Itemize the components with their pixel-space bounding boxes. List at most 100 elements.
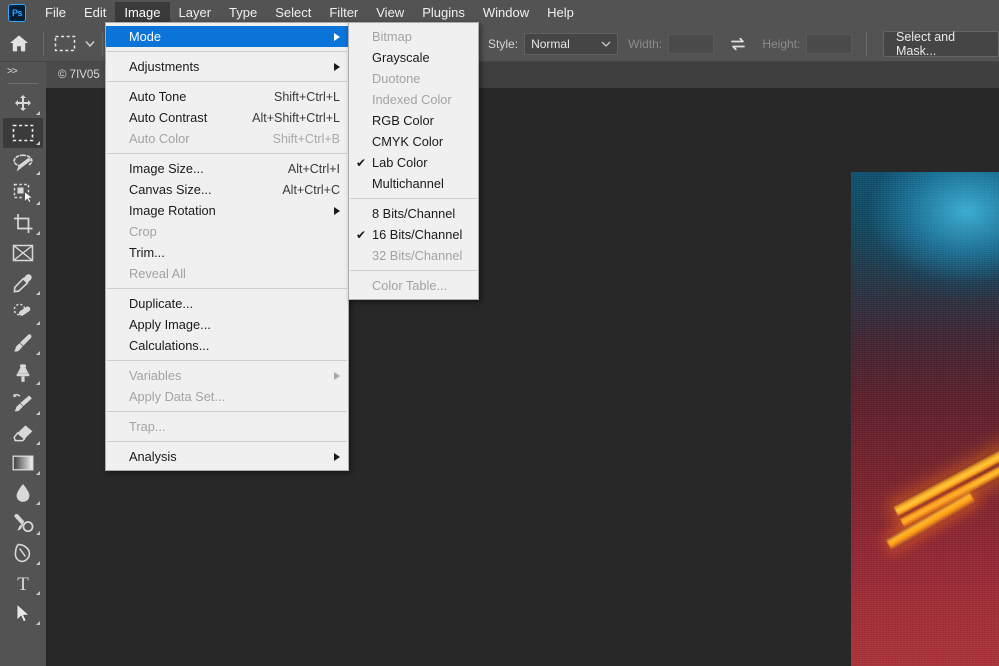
brush-tool[interactable] <box>3 328 43 358</box>
menu-item-label: 16 Bits/Channel <box>372 227 463 242</box>
style-select[interactable]: Normal <box>524 32 619 55</box>
menu-item-label: Trim... <box>129 245 165 260</box>
type-t-icon: T <box>17 574 29 593</box>
flyout-corner-indicator <box>36 291 40 295</box>
chevron-down-icon <box>85 40 95 47</box>
crop-tool[interactable] <box>3 208 43 238</box>
history-brush-tool[interactable] <box>3 388 43 418</box>
width-input[interactable] <box>668 33 714 54</box>
menu-window[interactable]: Window <box>474 2 538 25</box>
checkmark-icon: ✔ <box>356 227 367 242</box>
image_menu-item-analysis[interactable]: Analysis <box>106 446 348 467</box>
image_menu-item-mode[interactable]: Mode <box>106 26 348 47</box>
submenu-arrow-icon <box>334 206 340 215</box>
photoshop-window: © 7IV05 >> T Style: Normal Width: Height… <box>0 0 999 666</box>
image_menu-item-image-rotation[interactable]: Image Rotation <box>106 200 348 221</box>
toolbar-expand-button[interactable]: >> <box>0 62 46 80</box>
image_menu-item-auto-tone[interactable]: Auto Tone Shift+Ctrl+L <box>106 86 348 107</box>
path-selection-tool[interactable] <box>3 598 43 628</box>
flyout-corner-indicator <box>36 321 40 325</box>
height-input[interactable] <box>806 33 853 54</box>
eraser-tool[interactable] <box>3 418 43 448</box>
mode_submenu-item-multichannel[interactable]: Multichannel <box>349 173 478 194</box>
tool-preset-picker[interactable] <box>82 29 98 59</box>
image_menu-item-canvas-size[interactable]: Canvas Size... Alt+Ctrl+C <box>106 179 348 200</box>
image_menu-item-trim[interactable]: Trim... <box>106 242 348 263</box>
move-icon <box>15 95 31 111</box>
active-tool-indicator[interactable] <box>47 29 82 59</box>
image_menu-item-apply-image[interactable]: Apply Image... <box>106 314 348 335</box>
object-selection-tool[interactable] <box>3 178 43 208</box>
menu-item-label: Auto Color <box>129 131 190 146</box>
svg-text:T: T <box>17 574 29 593</box>
menu-separator <box>107 153 347 154</box>
move-tool[interactable] <box>3 88 43 118</box>
flyout-corner-indicator <box>36 441 40 445</box>
image_menu-item-duplicate[interactable]: Duplicate... <box>106 293 348 314</box>
object-selection-icon <box>13 183 34 203</box>
submenu-arrow-icon <box>334 62 340 71</box>
menu-separator <box>107 441 347 442</box>
mode_submenu-item-32-bits-channel: 32 Bits/Channel <box>349 245 478 266</box>
image_menu-item-image-size[interactable]: Image Size... Alt+Ctrl+I <box>106 158 348 179</box>
image_menu-item-adjustments[interactable]: Adjustments <box>106 56 348 77</box>
dodge-icon <box>14 514 34 533</box>
arrow-cursor-icon <box>16 603 31 623</box>
dodge-tool[interactable] <box>3 508 43 538</box>
menu-item-label: Lab Color <box>372 155 428 170</box>
type-tool[interactable]: T <box>3 568 43 598</box>
swap-width-height-icon <box>731 37 745 50</box>
frame-tool[interactable] <box>3 238 43 268</box>
mode_submenu-item-16-bits-channel[interactable]: ✔ 16 Bits/Channel <box>349 224 478 245</box>
menu-item-label: Indexed Color <box>372 92 452 107</box>
rectangular-marquee-tool[interactable] <box>3 118 43 148</box>
image_menu-item-reveal-all: Reveal All <box>106 263 348 284</box>
style-label: Style: <box>488 36 519 51</box>
photoshop-logo-icon: Ps <box>8 4 26 22</box>
mode_submenu-item-lab-color[interactable]: ✔ Lab Color <box>349 152 478 173</box>
blur-tool[interactable] <box>3 478 43 508</box>
mode_submenu-item-grayscale[interactable]: Grayscale <box>349 47 478 68</box>
flyout-corner-indicator <box>36 381 40 385</box>
swap-width-height-button[interactable] <box>726 32 751 56</box>
checkmark-icon: ✔ <box>356 155 367 170</box>
menu-item-label: Duplicate... <box>129 296 194 311</box>
mode_submenu-item-indexed-color: Indexed Color <box>349 89 478 110</box>
document-tab[interactable]: © 7IV05 <box>46 62 112 88</box>
gradient-tool[interactable] <box>3 448 43 478</box>
flyout-corner-indicator <box>36 501 40 505</box>
menu-item-label: Crop <box>129 224 157 239</box>
flyout-corner-indicator <box>36 351 40 355</box>
menu-item-label: Analysis <box>129 449 177 464</box>
select-and-mask-button[interactable]: Select and Mask... <box>882 30 999 58</box>
home-button[interactable] <box>0 26 39 62</box>
eyedropper-tool[interactable] <box>3 268 43 298</box>
clone-stamp-tool[interactable] <box>3 358 43 388</box>
flyout-corner-indicator <box>36 171 40 175</box>
menu-item-label: Apply Image... <box>129 317 211 332</box>
mode_submenu-item-8-bits-channel[interactable]: 8 Bits/Channel <box>349 203 478 224</box>
document-image[interactable] <box>851 172 999 666</box>
submenu-arrow-icon <box>334 32 340 41</box>
mode-submenu-dropdown: Bitmap Grayscale Duotone Indexed Color RGB C… <box>348 22 479 300</box>
rectangular-marquee-icon <box>12 124 34 142</box>
menu-separator <box>107 51 347 52</box>
menu-help[interactable]: Help <box>538 2 583 25</box>
menu-file[interactable]: File <box>36 2 75 25</box>
mode_submenu-item-rgb-color[interactable]: RGB Color <box>349 110 478 131</box>
image_menu-item-auto-contrast[interactable]: Auto Contrast Alt+Shift+Ctrl+L <box>106 107 348 128</box>
lasso-tool[interactable] <box>3 148 43 178</box>
options-separator-3 <box>866 31 867 56</box>
menu-item-label: Auto Tone <box>129 89 187 104</box>
home-icon <box>10 35 29 52</box>
frame-icon <box>12 244 34 262</box>
pen-tool[interactable] <box>3 538 43 568</box>
chevron-down-icon <box>601 41 611 47</box>
spot-healing-brush-tool[interactable] <box>3 298 43 328</box>
menu-item-label: Image Rotation <box>129 203 216 218</box>
mode_submenu-item-cmyk-color[interactable]: CMYK Color <box>349 131 478 152</box>
menu-item-shortcut: Shift+Ctrl+B <box>272 131 340 146</box>
document-tab-title: © 7IV05 <box>58 69 100 81</box>
eyedropper-icon <box>13 274 32 293</box>
image_menu-item-calculations[interactable]: Calculations... <box>106 335 348 356</box>
